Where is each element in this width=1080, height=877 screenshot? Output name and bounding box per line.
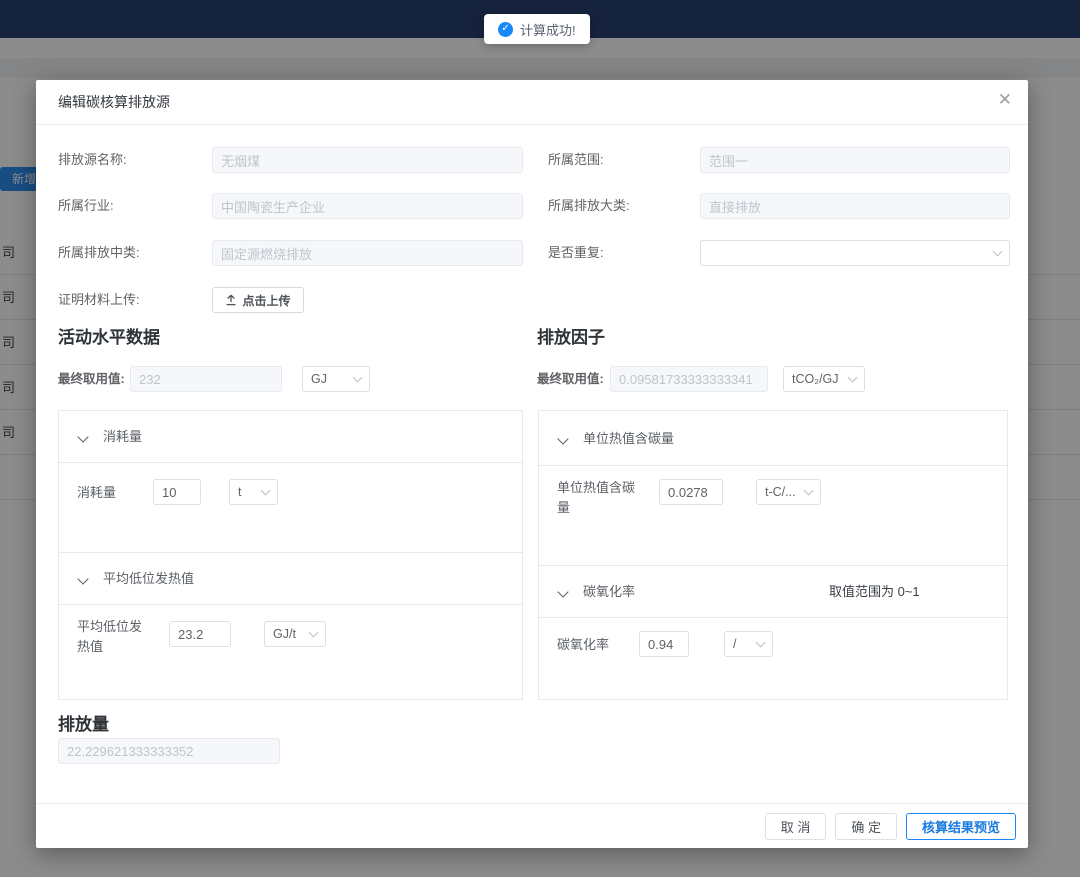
oxidation-range-hint: 取值范围为 0~1 bbox=[829, 566, 920, 618]
heat-value-unit-value: GJ/t bbox=[273, 627, 296, 641]
carbon-content-row-label: 单位热值含碳量 bbox=[557, 478, 637, 518]
chevron-down-icon bbox=[557, 433, 568, 444]
upload-button[interactable]: 点击上传 bbox=[212, 287, 304, 313]
carbon-content-panel-content: 单位热值含碳量 t-C/... bbox=[539, 466, 1007, 566]
factor-final-value-field bbox=[610, 366, 768, 392]
activity-final-label: 最终取用值: bbox=[58, 366, 125, 392]
heat-value-unit-select[interactable]: GJ/t bbox=[264, 621, 326, 647]
middle-category-field bbox=[212, 240, 523, 266]
carbon-content-unit-value: t-C/... bbox=[765, 485, 796, 499]
consumption-input[interactable] bbox=[153, 479, 201, 505]
chevron-down-icon bbox=[309, 627, 319, 637]
chevron-down-icon bbox=[756, 637, 766, 647]
chevron-down-icon bbox=[557, 586, 568, 597]
close-icon[interactable]: ✕ bbox=[998, 91, 1012, 108]
oxidation-panel-content: 碳氧化率 / bbox=[539, 618, 1007, 699]
consumption-header-label: 消耗量 bbox=[103, 411, 142, 463]
result-preview-button[interactable]: 核算结果预览 bbox=[906, 813, 1016, 840]
emission-section-title: 排放量 bbox=[58, 710, 109, 735]
factor-unit-select[interactable]: tCO₂/GJ bbox=[783, 366, 865, 392]
is-duplicate-select[interactable] bbox=[700, 240, 1010, 266]
factor-collapse-panel: 单位热值含碳量 单位热值含碳量 t-C/... 碳氧化率 取值范围为 0~1 碳… bbox=[538, 410, 1008, 700]
activity-unit-value: GJ bbox=[311, 372, 327, 386]
cancel-button[interactable]: 取 消 bbox=[765, 813, 827, 840]
consumption-unit-value: t bbox=[238, 485, 241, 499]
upload-icon bbox=[225, 294, 237, 306]
success-toast: ✓ 计算成功! bbox=[484, 14, 590, 44]
upload-label: 证明材料上传: bbox=[58, 287, 140, 313]
industry-field bbox=[212, 193, 523, 219]
heat-value-header-label: 平均低位发热值 bbox=[103, 553, 194, 605]
chevron-down-icon bbox=[353, 372, 363, 382]
carbon-content-panel-header[interactable]: 单位热值含碳量 bbox=[539, 411, 1007, 466]
factor-final-label: 最终取用值: bbox=[537, 366, 604, 392]
dialog-title: 编辑碳核算排放源 bbox=[58, 80, 170, 125]
oxidation-header-label: 碳氧化率 bbox=[583, 566, 635, 618]
consumption-row-label: 消耗量 bbox=[77, 483, 116, 503]
source-name-label: 排放源名称: bbox=[58, 147, 127, 173]
carbon-content-input[interactable] bbox=[659, 479, 723, 505]
heat-value-panel-content: 平均低位发热值 GJ/t bbox=[59, 605, 522, 699]
oxidation-unit-select[interactable]: / bbox=[724, 631, 773, 657]
activity-collapse-panel: 消耗量 消耗量 t 平均低位发热值 平均低位发热值 GJ/t bbox=[58, 410, 523, 700]
dialog-footer: 取 消 确 定 核算结果预览 bbox=[36, 803, 1028, 848]
major-category-field bbox=[700, 193, 1010, 219]
industry-label: 所属行业: bbox=[58, 193, 114, 219]
consumption-panel-header[interactable]: 消耗量 bbox=[59, 411, 522, 463]
chevron-down-icon bbox=[261, 485, 271, 495]
factor-section-title: 排放因子 bbox=[537, 323, 605, 348]
toast-message: 计算成功! bbox=[520, 20, 576, 39]
oxidation-unit-value: / bbox=[733, 637, 736, 651]
upload-button-label: 点击上传 bbox=[242, 292, 290, 309]
activity-final-value-field bbox=[130, 366, 282, 392]
activity-unit-select[interactable]: GJ bbox=[302, 366, 370, 392]
is-duplicate-label: 是否重复: bbox=[548, 240, 604, 266]
edit-emission-source-dialog: 编辑碳核算排放源 ✕ 排放源名称: 所属范围: 所属行业: 所属排放大类: 所属… bbox=[36, 80, 1028, 848]
factor-unit-value: tCO₂/GJ bbox=[792, 372, 839, 386]
chevron-down-icon bbox=[993, 246, 1003, 256]
chevron-down-icon bbox=[848, 372, 858, 382]
major-category-label: 所属排放大类: bbox=[548, 193, 630, 219]
scope-field bbox=[700, 147, 1010, 173]
oxidation-row-label: 碳氧化率 bbox=[557, 635, 609, 655]
chevron-down-icon bbox=[77, 431, 88, 442]
consumption-panel-content: 消耗量 t bbox=[59, 463, 522, 553]
carbon-content-unit-select[interactable]: t-C/... bbox=[756, 479, 821, 505]
middle-category-label: 所属排放中类: bbox=[58, 240, 140, 266]
chevron-down-icon bbox=[804, 485, 814, 495]
oxidation-input[interactable] bbox=[639, 631, 689, 657]
source-name-field bbox=[212, 147, 523, 173]
consumption-unit-select[interactable]: t bbox=[229, 479, 278, 505]
carbon-content-header-label: 单位热值含碳量 bbox=[583, 411, 674, 466]
heat-value-row-label: 平均低位发热值 bbox=[77, 617, 143, 657]
heat-value-panel-header[interactable]: 平均低位发热值 bbox=[59, 553, 522, 605]
oxidation-panel-header[interactable]: 碳氧化率 取值范围为 0~1 bbox=[539, 566, 1007, 618]
activity-section-title: 活动水平数据 bbox=[58, 323, 160, 348]
chevron-down-icon bbox=[77, 573, 88, 584]
confirm-button[interactable]: 确 定 bbox=[835, 813, 897, 840]
dialog-header: 编辑碳核算排放源 ✕ bbox=[36, 80, 1028, 125]
check-circle-icon: ✓ bbox=[498, 22, 513, 37]
scope-label: 所属范围: bbox=[548, 147, 604, 173]
heat-value-input[interactable] bbox=[169, 621, 231, 647]
emission-amount-field bbox=[58, 738, 280, 764]
